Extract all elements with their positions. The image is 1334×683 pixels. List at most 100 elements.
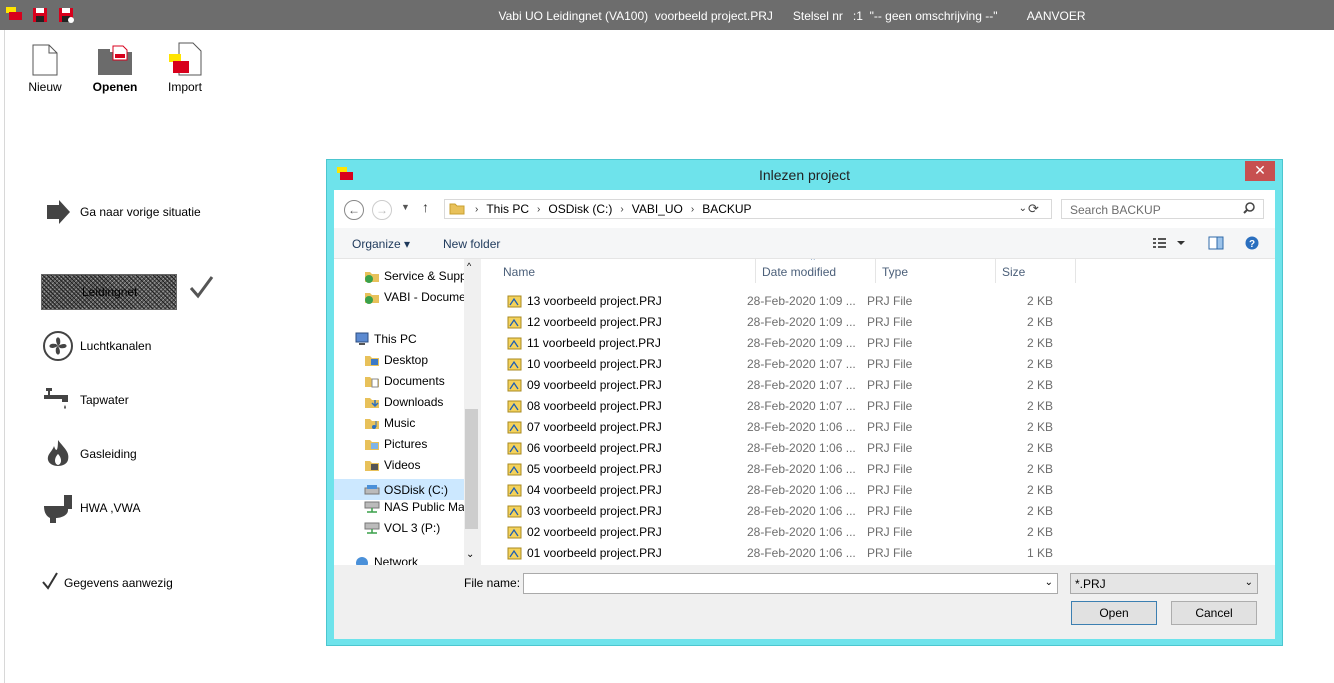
file-row[interactable]: 11 voorbeeld project.PRJ 28-Feb-2020 1:09… [481,332,1275,353]
leidingnet-label: Leidingnet [82,285,138,299]
preview-pane-icon[interactable] [1208,236,1224,253]
filetype-dropdown-icon[interactable]: ⌄ [1245,577,1253,588]
new-folder-button[interactable]: New folder [443,237,500,251]
nav-item-vabi-documents[interactable]: VABI - Docume [364,290,466,304]
breadcrumb-vabi-uo[interactable]: VABI_UO [632,202,683,216]
file-name: 04 voorbeeld project.PRJ [507,483,662,497]
column-size[interactable]: Size [996,259,1076,283]
fan-icon [43,331,73,361]
nav-item-downloads[interactable]: Downloads [364,395,443,409]
file-row[interactable]: 01 voorbeeld project.PRJ 28-Feb-2020 1:06… [481,542,1275,563]
file-type: PRJ File [867,357,913,371]
sidebar-item-label: Tapwater [80,393,129,407]
file-size: 2 KB [1026,441,1053,455]
sidebar-item-luchtkanalen[interactable]: Luchtkanalen [42,330,151,362]
file-name: 07 voorbeeld project.PRJ [507,420,662,434]
file-date: 28-Feb-2020 1:06 ... [747,441,856,455]
file-row[interactable]: 08 voorbeeld project.PRJ 28-Feb-2020 1:07… [481,395,1275,416]
nav-item-pictures[interactable]: Pictures [364,437,427,451]
music-folder-icon [365,419,379,429]
file-row[interactable]: 10 voorbeeld project.PRJ 28-Feb-2020 1:07… [481,353,1275,374]
prj-file-icon [507,442,522,455]
file-date: 28-Feb-2020 1:06 ... [747,462,856,476]
file-row[interactable]: 02 voorbeeld project.PRJ 28-Feb-2020 1:06… [481,521,1275,542]
recent-locations-button[interactable]: ▼ [401,202,410,212]
window-title: Vabi UO Leidingnet (VA100) voorbeeld pro… [498,9,1086,23]
filename-label: File name: [464,576,521,590]
back-nav-button[interactable]: ← [344,200,364,220]
sidebar-item-hwa-vwa[interactable]: HWA ,VWA [42,492,140,524]
address-dropdown-icon[interactable]: ⌄ [1019,203,1027,214]
nav-item-videos[interactable]: Videos [364,458,420,472]
view-options-button[interactable] [1152,236,1186,253]
file-name: 03 voorbeeld project.PRJ [507,504,662,518]
file-size: 2 KB [1026,525,1053,539]
nav-item-service-support[interactable]: Service & Supp [364,269,467,283]
organize-button[interactable]: Organize ▾ [352,237,410,251]
file-date: 28-Feb-2020 1:07 ... [747,357,856,371]
back-button[interactable]: Ga naar vorige situatie [42,196,201,228]
forward-nav-button[interactable]: → [372,200,392,220]
filename-input[interactable]: ⌄ [523,573,1058,594]
prj-file-icon [507,400,522,413]
file-row[interactable]: 07 voorbeeld project.PRJ 28-Feb-2020 1:06… [481,416,1275,437]
svg-text:?: ? [1249,239,1255,250]
breadcrumb-backup[interactable]: BACKUP [702,202,751,216]
faucet-icon [44,388,68,409]
column-type[interactable]: Type [876,259,996,283]
breadcrumb-osdisk[interactable]: OSDisk (C:) [548,202,612,216]
file-row[interactable]: 04 voorbeeld project.PRJ 28-Feb-2020 1:06… [481,479,1275,500]
file-row[interactable]: 13 voorbeeld project.PRJ 28-Feb-2020 1:09… [481,290,1275,311]
nav-item-label: VOL 3 (P:) [384,521,441,535]
filename-dropdown-icon[interactable]: ⌄ [1045,577,1053,588]
file-row[interactable]: 03 voorbeeld project.PRJ 28-Feb-2020 1:06… [481,500,1275,521]
address-bar[interactable]: › This PC › OSDisk (C:) › VABI_UO › BACK… [444,199,1052,219]
breadcrumb-this-pc[interactable]: This PC [486,202,529,216]
nav-item-this-pc[interactable]: This PC [354,332,417,346]
file-date: 28-Feb-2020 1:06 ... [747,504,856,518]
open-button[interactable]: Openen [85,36,145,94]
leidingnet-button[interactable]: Leidingnet [41,274,177,310]
refresh-icon[interactable]: ⟳ [1028,201,1039,217]
close-button[interactable]: ✕ [1245,161,1275,181]
nav-item-nas-public[interactable]: NAS Public Ma [364,500,465,514]
nav-item-vol3[interactable]: VOL 3 (P:) [364,521,440,535]
nav-item-desktop[interactable]: Desktop [364,353,428,367]
file-row[interactable]: 12 voorbeeld project.PRJ 28-Feb-2020 1:09… [481,311,1275,332]
scroll-down-icon[interactable]: ⌄ [466,549,474,560]
column-date-modified[interactable]: Date modified [756,259,876,283]
scroll-up-icon[interactable]: ^ [467,261,471,271]
up-button[interactable]: ↑ [422,199,429,215]
cancel-button[interactable]: Cancel [1171,601,1257,625]
scrollbar-thumb[interactable] [465,409,478,529]
file-row[interactable]: 09 voorbeeld project.PRJ 28-Feb-2020 1:07… [481,374,1275,395]
file-size: 2 KB [1026,462,1053,476]
nav-item-documents[interactable]: Documents [364,374,445,388]
network-icon [356,557,368,565]
open-file-button[interactable]: Open [1071,601,1157,625]
sidebar-item-tapwater[interactable]: Tapwater [42,384,129,416]
nav-item-network[interactable]: Network [354,555,418,565]
dialog-bottom: File name: ⌄ *.PRJ ⌄ Open Cancel [334,565,1275,639]
column-name[interactable]: Name [497,259,756,283]
file-type: PRJ File [867,420,913,434]
help-icon[interactable]: ? [1245,236,1259,253]
import-button[interactable]: Import [155,36,215,94]
new-button[interactable]: Nieuw [15,36,75,94]
filetype-select[interactable]: *.PRJ ⌄ [1070,573,1258,594]
sidebar-item-gasleiding[interactable]: Gasleiding [42,438,137,470]
data-present-label: Gegevens aanwezig [64,575,173,590]
file-row[interactable]: 06 voorbeeld project.PRJ 28-Feb-2020 1:06… [481,437,1275,458]
dialog-body: ← → ▼ ↑ › This PC › OSDisk (C:) › VABI_U… [334,190,1275,639]
app-titlebar: Vabi UO Leidingnet (VA100) voorbeeld pro… [0,0,1334,30]
nav-item-music[interactable]: Music [364,416,415,430]
nav-item-osdisk[interactable]: OSDisk (C:) [334,479,464,500]
nav-item-label: NAS Public Ma [384,500,465,514]
search-input[interactable]: Search BACKUP [1061,199,1264,219]
navigation-scrollbar[interactable]: ^ ⌄ [464,259,479,565]
file-type: PRJ File [867,441,913,455]
pictures-folder-icon [365,440,379,450]
nav-item-label: Network [374,555,419,565]
file-row[interactable]: 05 voorbeeld project.PRJ 28-Feb-2020 1:06… [481,458,1275,479]
back-label: Ga naar vorige situatie [80,205,201,219]
